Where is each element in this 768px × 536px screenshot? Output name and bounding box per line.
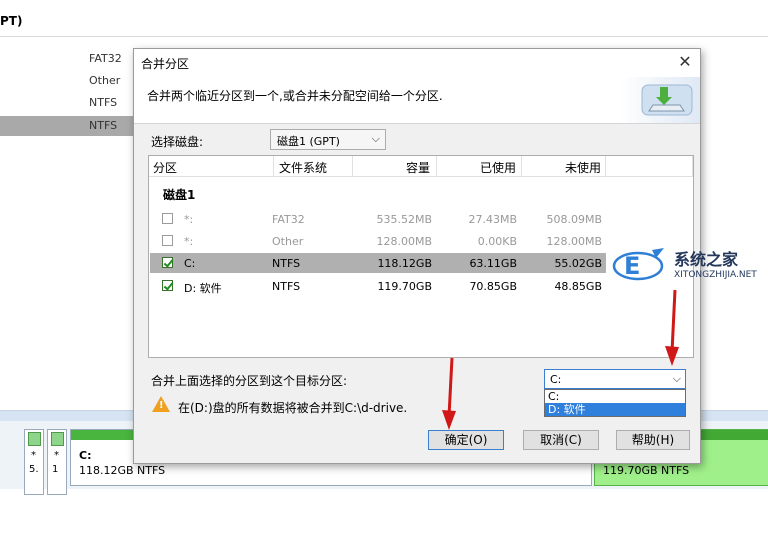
chevron-down-icon: ⌵ — [371, 132, 380, 145]
annotation-arrow-icon — [442, 357, 456, 430]
partition-size: 5. — [29, 464, 39, 475]
col-filesystem[interactable]: 文件系统 — [279, 159, 327, 176]
watermark: E 系统之家 XITONGZHIJIA.NET — [612, 244, 768, 290]
col-free[interactable]: 未使用 — [565, 159, 601, 176]
select-disk-label: 选择磁盘: — [151, 135, 204, 149]
partition-size: 119.70GB NTFS — [603, 464, 690, 477]
cell-filesystem: NTFS — [272, 257, 301, 270]
partition-size: 1 — [52, 464, 59, 475]
table-row[interactable]: *: FAT32 535.52MB 27.43MB 508.09MB — [150, 209, 606, 229]
table-header: 分区 文件系统 容量 已使用 未使用 — [149, 156, 693, 177]
target-dropdown-list: C: D: 软件 — [544, 389, 686, 417]
cell-filesystem: Other — [272, 235, 304, 248]
dialog-description: 合并两个临近分区到一个,或合并未分配空间给一个分区. — [147, 89, 443, 103]
dropdown-option[interactable]: C: — [545, 390, 685, 403]
watermark-logo-icon: E — [612, 248, 664, 281]
chevron-down-icon: ⌵ — [672, 372, 681, 385]
help-button[interactable]: 帮助(H) — [616, 430, 690, 450]
cell-free: 508.09MB — [546, 213, 602, 226]
column-divider — [352, 156, 353, 176]
partition-label: C: — [79, 449, 92, 462]
col-used[interactable]: 已使用 — [480, 159, 516, 176]
disk-map-partition-mini-1[interactable]: * 5. — [24, 429, 44, 495]
cancel-button[interactable]: 取消(C) — [523, 430, 599, 450]
disk-select[interactable]: 磁盘1 (GPT) ⌵ — [270, 129, 386, 150]
col-partition[interactable]: 分区 — [153, 159, 177, 176]
cell-free: 48.85GB — [554, 280, 602, 293]
cell-filesystem: NTFS — [272, 280, 301, 293]
partition-color-icon — [51, 432, 64, 446]
dialog-titlebar: 合并分区 ✕ — [134, 49, 700, 77]
partition-fs-3: NTFS — [89, 96, 118, 109]
cell-capacity: 119.70GB — [377, 280, 432, 293]
row-checkbox-checked[interactable] — [162, 280, 173, 291]
watermark-title: 系统之家 — [674, 250, 739, 269]
divider — [0, 36, 768, 37]
row-checkbox-checked[interactable] — [162, 257, 173, 268]
column-divider — [273, 156, 274, 176]
cell-free: 128.00MB — [546, 235, 602, 248]
partition-fs-2: Other — [89, 74, 121, 87]
svg-text:E: E — [624, 252, 640, 280]
ok-button[interactable]: 确定(O) — [428, 430, 504, 450]
cell-capacity: 128.00MB — [376, 235, 432, 248]
partition-label: * — [31, 450, 36, 461]
partition-fs-4: NTFS — [89, 119, 118, 132]
table-row-selected[interactable]: C: NTFS 118.12GB 63.11GB 55.02GB — [150, 253, 606, 273]
cell-capacity: 535.52MB — [376, 213, 432, 226]
table-row[interactable]: *: Other 128.00MB 0.00KB 128.00MB — [150, 231, 606, 251]
partition-color-icon — [28, 432, 41, 446]
warning-exclamation-icon: ! — [159, 400, 164, 411]
disk-select-value: 磁盘1 (GPT) — [277, 135, 340, 148]
app-title: PT) — [0, 14, 23, 28]
partition-label: * — [54, 450, 59, 461]
cell-capacity: 118.12GB — [377, 257, 432, 270]
cell-used: 63.11GB — [469, 257, 517, 270]
warning-text: 在(D:)盘的所有数据将被合并到C:\d-drive. — [178, 401, 408, 415]
col-capacity[interactable]: 容量 — [406, 159, 430, 176]
watermark-url: XITONGZHIJIA.NET — [674, 270, 757, 280]
disk-map-partition-mini-2[interactable]: * 1 — [47, 429, 67, 495]
row-checkbox[interactable] — [162, 213, 173, 224]
dialog-title: 合并分区 — [141, 57, 190, 71]
dropdown-option-highlighted[interactable]: D: 软件 — [545, 403, 685, 416]
column-divider — [692, 156, 693, 176]
annotation-arrow-icon — [665, 289, 679, 366]
merge-target-label: 合并上面选择的分区到这个目标分区: — [151, 374, 348, 388]
close-icon[interactable]: ✕ — [676, 53, 694, 71]
cell-partition: *: — [184, 235, 194, 248]
cell-used: 27.43MB — [468, 213, 517, 226]
target-select-value: C: — [550, 373, 562, 386]
column-divider — [605, 156, 606, 176]
cell-partition: C: — [184, 257, 196, 270]
merge-icon — [620, 77, 700, 123]
target-partition-select[interactable]: C: ⌵ — [544, 369, 686, 389]
cell-used: 70.85GB — [469, 280, 517, 293]
cell-filesystem: FAT32 — [272, 213, 305, 226]
partition-fs-1: FAT32 — [89, 52, 122, 65]
table-row[interactable]: D: 软件 NTFS 119.70GB 70.85GB 48.85GB — [150, 276, 606, 296]
cell-partition: D: 软件 — [184, 282, 222, 295]
cell-free: 55.02GB — [554, 257, 602, 270]
dialog-header: 合并两个临近分区到一个,或合并未分配空间给一个分区. — [134, 77, 700, 124]
column-divider — [436, 156, 437, 176]
row-checkbox[interactable] — [162, 235, 173, 246]
cell-partition: *: — [184, 213, 194, 226]
partition-size: 118.12GB NTFS — [79, 464, 166, 477]
disk-group-label: 磁盘1 — [163, 188, 196, 202]
column-divider — [521, 156, 522, 176]
cell-used: 0.00KB — [477, 235, 517, 248]
